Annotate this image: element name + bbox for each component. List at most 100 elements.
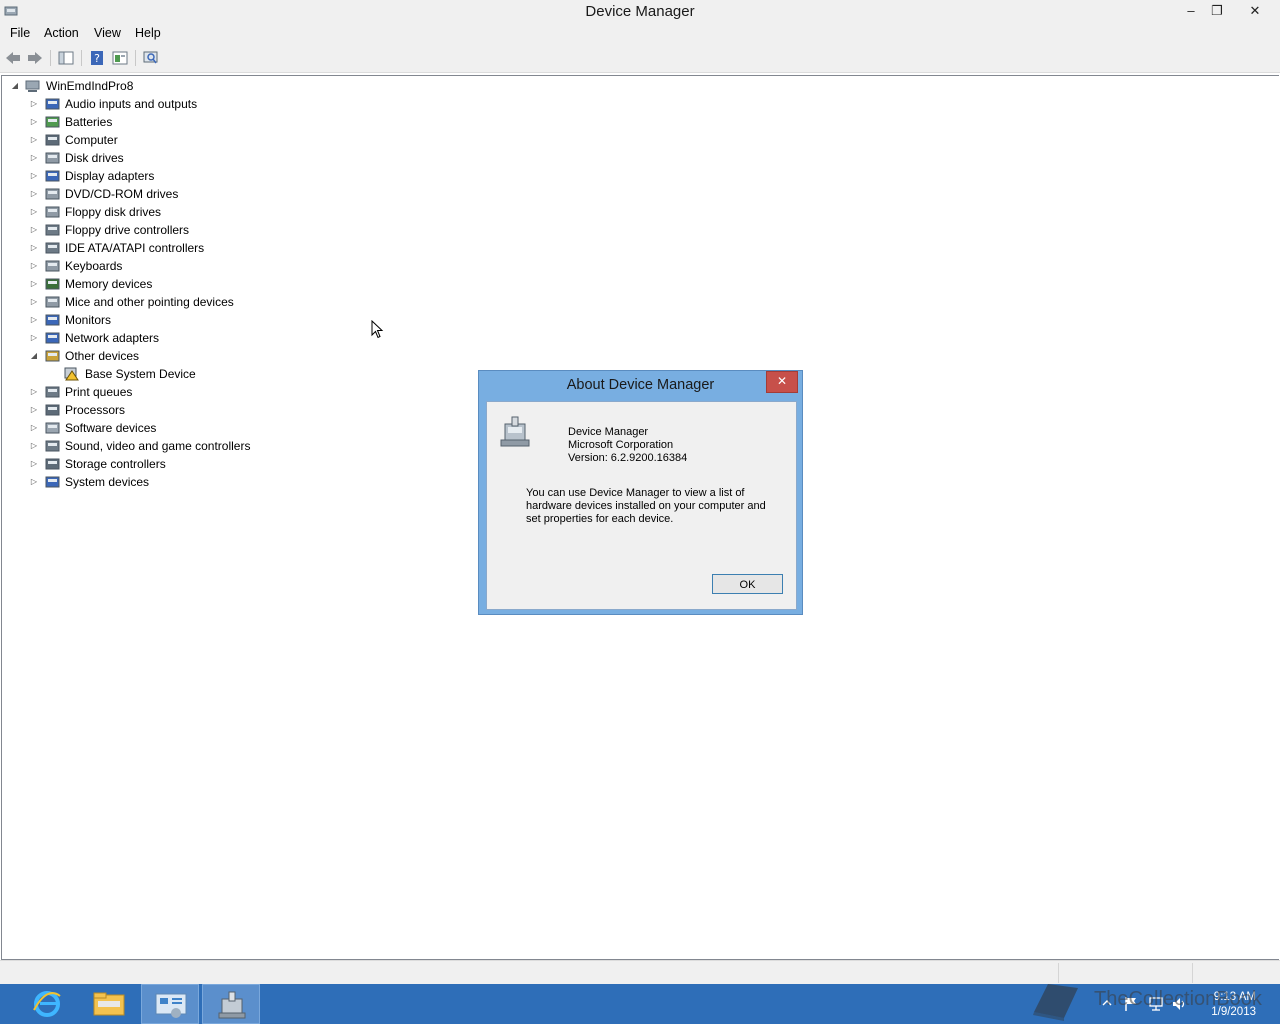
- device-category-icon: [45, 134, 60, 146]
- svg-text:?: ?: [94, 52, 100, 65]
- description-line-3: set properties for each device.: [526, 513, 674, 525]
- version-text: Version: 6.2.9200.16384: [568, 452, 688, 464]
- expand-arrow-icon[interactable]: ▷: [29, 329, 39, 347]
- taskbar-device-manager[interactable]: [202, 984, 260, 1024]
- tree-node-storage-controllers[interactable]: ▷ Storage controllers: [29, 455, 289, 473]
- tree-node-audio-inputs-and-outputs[interactable]: ▷ Audio inputs and outputs: [29, 95, 289, 113]
- tree-node-label: Disk drives: [65, 151, 124, 165]
- tree-node-sound-video-and-game-controllers[interactable]: ▷ Sound, video and game controllers: [29, 437, 289, 455]
- tree-root[interactable]: ◢ WinEmdIndPro8: [10, 77, 210, 95]
- tree-node-system-devices[interactable]: ▷ System devices: [29, 473, 289, 491]
- tree-root-label: WinEmdIndPro8: [46, 79, 134, 93]
- collapse-arrow-icon[interactable]: ◢: [10, 77, 20, 95]
- tree-node-base-system-device[interactable]: Base System Device: [48, 365, 268, 383]
- minimize-button[interactable]: –: [1178, 0, 1204, 22]
- expand-arrow-icon[interactable]: ▷: [29, 473, 39, 491]
- expand-arrow-icon[interactable]: ▷: [29, 383, 39, 401]
- expand-arrow-icon[interactable]: ▷: [29, 275, 39, 293]
- tree-node-computer[interactable]: ▷ Computer: [29, 131, 289, 149]
- toolbar-separator: [81, 50, 82, 66]
- tree-node-label: Floppy drive controllers: [65, 223, 190, 237]
- window-titlebar: Device Manager – ❐ ✕: [0, 0, 1280, 24]
- menu-view[interactable]: View: [94, 26, 121, 40]
- internet-explorer-icon: [33, 991, 61, 1017]
- device-category-icon: [45, 170, 60, 182]
- tree-node-label: Floppy disk drives: [65, 205, 162, 219]
- tree-node-software-devices[interactable]: ▷ Software devices: [29, 419, 289, 437]
- show-hide-console-tree-icon[interactable]: [57, 50, 75, 66]
- tree-node-keyboards[interactable]: ▷ Keyboards: [29, 257, 289, 275]
- expand-arrow-icon[interactable]: ▷: [29, 419, 39, 437]
- description-line-2: hardware devices installed on your compu…: [526, 500, 766, 512]
- expand-arrow-icon[interactable]: ▷: [29, 149, 39, 167]
- properties-icon[interactable]: [111, 50, 129, 66]
- collapse-arrow-icon[interactable]: ◢: [29, 347, 39, 365]
- expand-arrow-icon[interactable]: ▷: [29, 113, 39, 131]
- tree-node-floppy-drive-controllers[interactable]: ▷ Floppy drive controllers: [29, 221, 289, 239]
- device-category-icon: [45, 386, 60, 398]
- tree-node-label: Memory devices: [65, 277, 153, 291]
- expand-arrow-icon[interactable]: ▷: [29, 203, 39, 221]
- tree-node-label: Other devices: [65, 349, 140, 363]
- tree-node-label: Monitors: [65, 313, 112, 327]
- expand-arrow-icon[interactable]: ▷: [29, 293, 39, 311]
- device-category-icon: [45, 260, 60, 272]
- tree-node-label: DVD/CD-ROM drives: [65, 187, 179, 201]
- watermark-text: TheCollectionBook: [1094, 988, 1262, 1010]
- tree-node-display-adapters[interactable]: ▷ Display adapters: [29, 167, 289, 185]
- toolbar-separator: [135, 50, 136, 66]
- product-name: Device Manager: [568, 426, 649, 438]
- company-name: Microsoft Corporation: [568, 439, 674, 451]
- tree-node-dvd-cd-rom-drives[interactable]: ▷ DVD/CD-ROM drives: [29, 185, 289, 203]
- dialog-body: Device Manager Microsoft Corporation Ver…: [486, 401, 797, 610]
- expand-arrow-icon[interactable]: ▷: [29, 401, 39, 419]
- ok-button[interactable]: OK: [712, 574, 783, 594]
- tree-node-memory-devices[interactable]: ▷ Memory devices: [29, 275, 289, 293]
- tree-node-mice-and-other-pointing-devices[interactable]: ▷ Mice and other pointing devices: [29, 293, 289, 311]
- tree-node-other-devices[interactable]: ◢ Other devices: [29, 347, 289, 365]
- book-logo-icon: [1033, 984, 1078, 1021]
- scan-hardware-icon[interactable]: [142, 50, 160, 66]
- dialog-close-button[interactable]: ✕: [766, 371, 798, 393]
- device-manager-large-icon: [500, 416, 530, 447]
- tree-node-label: Storage controllers: [65, 457, 166, 471]
- expand-arrow-icon[interactable]: ▷: [29, 257, 39, 275]
- tree-node-network-adapters[interactable]: ▷ Network adapters: [29, 329, 289, 347]
- tree-node-processors[interactable]: ▷ Processors: [29, 401, 289, 419]
- menu-file[interactable]: File: [10, 26, 30, 40]
- device-category-icon: [45, 98, 60, 110]
- tree-node-ide-ata-atapi-controllers[interactable]: ▷ IDE ATA/ATAPI controllers: [29, 239, 289, 257]
- expand-arrow-icon[interactable]: ▷: [29, 95, 39, 113]
- expand-arrow-icon[interactable]: ▷: [29, 311, 39, 329]
- tree-node-label: Batteries: [65, 115, 113, 129]
- device-category-icon: [45, 476, 60, 488]
- taskbar-file-explorer[interactable]: [80, 984, 138, 1024]
- menu-help[interactable]: Help: [135, 26, 161, 40]
- tree-node-label: System devices: [65, 475, 150, 489]
- forward-arrow-icon[interactable]: [26, 50, 44, 66]
- expand-arrow-icon[interactable]: ▷: [29, 167, 39, 185]
- help-icon[interactable]: ?: [88, 50, 106, 66]
- close-button[interactable]: ✕: [1241, 0, 1269, 22]
- tree-node-floppy-disk-drives[interactable]: ▷ Floppy disk drives: [29, 203, 289, 221]
- taskbar-internet-explorer[interactable]: [18, 984, 76, 1024]
- expand-arrow-icon[interactable]: ▷: [29, 131, 39, 149]
- device-category-icon: [45, 278, 60, 290]
- menu-action[interactable]: Action: [44, 26, 79, 40]
- watermark: TheCollectionBook: [1028, 976, 1268, 1024]
- tree-node-batteries[interactable]: ▷ Batteries: [29, 113, 289, 131]
- tree-node-print-queues[interactable]: ▷ Print queues: [29, 383, 289, 401]
- file-explorer-icon: [93, 992, 125, 1016]
- back-arrow-icon[interactable]: [4, 50, 22, 66]
- taskbar-control-panel[interactable]: [141, 984, 199, 1024]
- expand-arrow-icon[interactable]: ▷: [29, 437, 39, 455]
- tree-node-label: Computer: [65, 133, 118, 147]
- expand-arrow-icon[interactable]: ▷: [29, 455, 39, 473]
- expand-arrow-icon[interactable]: ▷: [29, 239, 39, 257]
- tree-node-label: Sound, video and game controllers: [65, 439, 251, 453]
- expand-arrow-icon[interactable]: ▷: [29, 221, 39, 239]
- tree-node-disk-drives[interactable]: ▷ Disk drives: [29, 149, 289, 167]
- tree-node-monitors[interactable]: ▷ Monitors: [29, 311, 289, 329]
- expand-arrow-icon[interactable]: ▷: [29, 185, 39, 203]
- restore-button[interactable]: ❐: [1204, 0, 1230, 22]
